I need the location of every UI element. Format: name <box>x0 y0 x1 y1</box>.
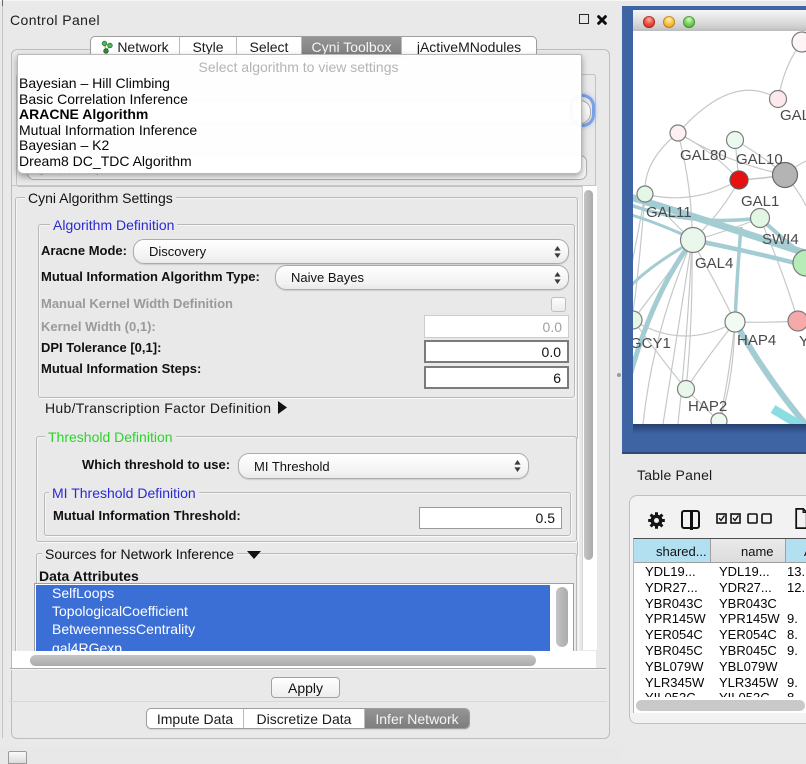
svg-text:HAP2: HAP2 <box>688 398 727 415</box>
svg-text:GCY1: GCY1 <box>633 335 671 352</box>
svg-text:SWI4: SWI4 <box>762 231 799 248</box>
svg-text:GAL4: GAL4 <box>695 255 733 272</box>
svg-text:GAL80: GAL80 <box>680 147 727 164</box>
svg-text:GAL10: GAL10 <box>736 151 783 168</box>
svg-text:GAL1: GAL1 <box>741 193 779 210</box>
svg-text:HAP4: HAP4 <box>737 332 776 349</box>
svg-text:Y: Y <box>799 333 806 350</box>
svg-text:GAL11: GAL11 <box>646 204 692 221</box>
svg-text:GAL2: GAL2 <box>780 107 806 124</box>
